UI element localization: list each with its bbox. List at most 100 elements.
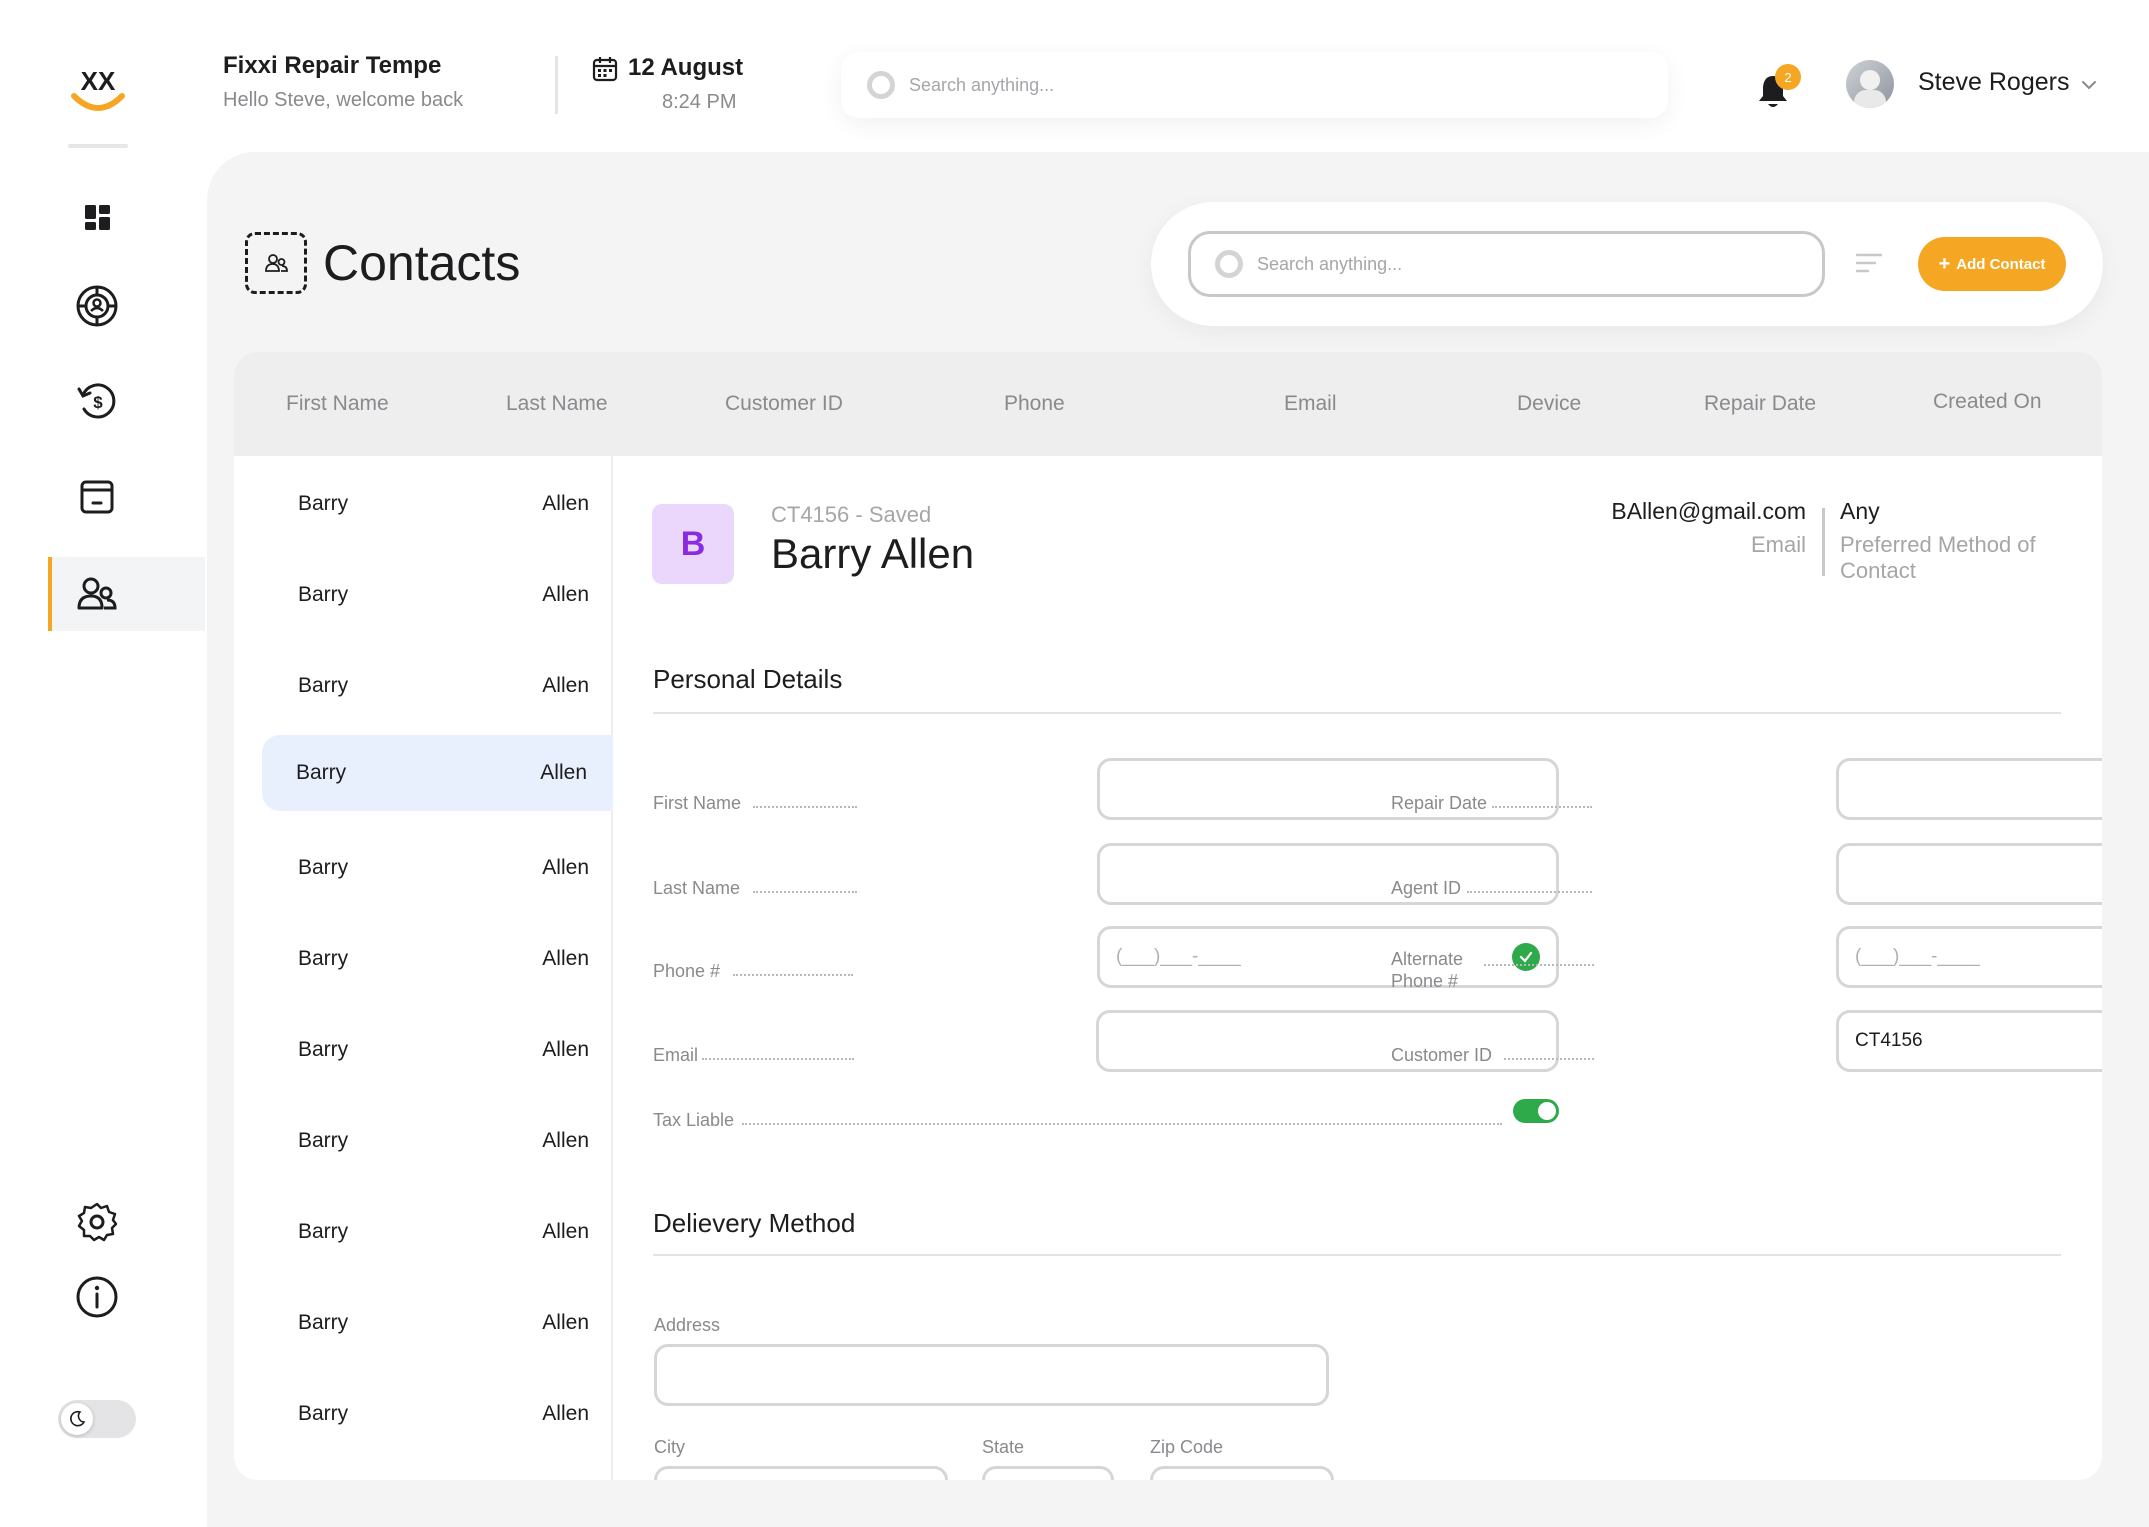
table-row[interactable]: Barry Allen [262,921,613,997]
page-title: Contacts [323,235,521,291]
repair-date-field[interactable] [1836,758,2102,820]
last-name-cell: Allen [542,1220,589,1243]
agent-id-field[interactable] [1836,843,2102,905]
customer-id-field[interactable] [1836,1010,2102,1072]
sidebar-item-inventory[interactable] [48,460,205,534]
table-row-selected[interactable]: Barry Allen [262,735,613,811]
contacts-search[interactable] [1188,231,1825,297]
box-icon [80,480,114,514]
contacts-page-icon [245,232,307,294]
contacts-search-input[interactable] [1257,253,1822,275]
last-name-cell: Allen [542,583,589,606]
sidebar-item-settings[interactable] [48,1185,205,1259]
avatar[interactable] [1846,60,1894,108]
column-header[interactable]: Phone [1004,392,1065,416]
dark-mode-toggle[interactable] [58,1400,136,1438]
contact-detail-panel: B CT4156 - Saved Barry Allen BAllen@gmai… [614,456,2102,1480]
column-header[interactable]: Customer ID [725,392,843,416]
add-contact-button[interactable]: + Add Contact [1918,237,2066,291]
phone-field[interactable] [1097,926,1559,988]
leader-dots [1492,806,1592,808]
column-header[interactable]: Created On [1933,390,2042,414]
dollar-cycle-icon: $ [77,383,116,419]
first-name-cell: Barry [298,674,349,697]
section-divider [653,1254,2061,1256]
table-row[interactable]: Barry Allen [262,1194,613,1270]
contacts-table: First Name Last Name Customer ID Phone E… [234,352,2102,1480]
calendar-icon [592,57,618,82]
customer-id-input[interactable] [1855,1030,2102,1052]
leader-dots [753,891,857,893]
phone-label: Phone # [653,961,721,981]
fixxi-logo[interactable]: XX [66,66,130,118]
column-header[interactable]: Last Name [506,392,608,416]
table-row[interactable]: Barry Allen [262,648,613,724]
user-name[interactable]: Steve Rogers [1918,68,2069,97]
sidebar-item-refunds[interactable]: $ [48,364,205,438]
table-row[interactable]: Barry Allen [262,1376,613,1452]
city-label: City [654,1437,685,1457]
table-row[interactable]: Barry Allen [262,1103,613,1179]
svg-text:$: $ [93,393,103,412]
repair-date-input[interactable] [1855,778,2102,800]
first-name-cell: Barry [298,1129,349,1152]
leader-dots [702,1058,854,1060]
table-row[interactable]: Barry Allen [262,466,613,542]
global-search-input[interactable] [909,74,1668,96]
first-name-field[interactable] [1097,758,1559,820]
last-name-cell: Allen [542,1402,589,1425]
address-input[interactable] [673,1364,1310,1386]
agent-id-input[interactable] [1855,863,2102,885]
sidebar-item-dashboard[interactable] [48,180,205,254]
alternate-phone-field[interactable] [1836,926,2102,988]
first-name-cell: Barry [296,761,347,784]
repair-date-label: Repair Date [1391,793,1488,813]
global-search[interactable] [841,52,1668,118]
column-header[interactable]: First Name [286,392,389,416]
sidebar-item-repairs[interactable] [48,269,205,343]
column-header[interactable]: Repair Date [1704,392,1816,416]
tax-liable-toggle[interactable] [1513,1099,1559,1123]
table-row[interactable]: Barry Allen [262,830,613,906]
last-name-input[interactable] [1116,863,1540,885]
search-icon [1215,250,1243,278]
sidebar: XX $ [0,0,205,1527]
grid-icon [85,205,110,230]
city-field[interactable] [654,1466,948,1480]
leader-dots [733,974,853,976]
column-header[interactable]: Device [1517,392,1581,416]
first-name-cell: Barry [298,1311,349,1334]
info-icon [76,1276,118,1318]
table-row[interactable]: Barry Allen [262,1285,613,1361]
svg-text:XX: XX [81,66,116,96]
state-label: State [982,1437,1025,1457]
personal-details-title: Personal Details [653,664,843,694]
gear-icon [77,1202,118,1242]
state-field[interactable] [982,1466,1114,1480]
contact-email[interactable]: BAllen@gmail.com [1611,498,1806,525]
sidebar-item-contacts[interactable] [48,557,205,631]
preferred-contact-value: Any [1840,498,1880,524]
last-name-field[interactable] [1097,843,1559,905]
check-circle-icon [1512,943,1540,971]
store-title: Fixxi Repair Tempe [223,52,442,79]
chevron-down-icon[interactable] [2080,76,2098,94]
filter-icon[interactable] [1856,252,1882,274]
add-contact-label: Add Contact [1956,255,2046,273]
last-name-cell: Allen [542,856,589,879]
leader-dots [1504,1058,1594,1060]
plus-icon: + [1938,253,1951,275]
topbar-divider [555,56,558,114]
leader-dots [1467,891,1592,893]
contact-status: CT4156 - Saved [771,502,932,527]
leader-dots [742,1123,1502,1125]
first-name-cell: Barry [298,492,349,515]
alternate-phone-input[interactable] [1855,946,2102,968]
zip-code-field[interactable] [1150,1466,1334,1480]
table-row[interactable]: Barry Allen [262,557,613,633]
column-header[interactable]: Email [1284,392,1337,416]
first-name-cell: Barry [298,856,349,879]
address-field[interactable] [654,1344,1329,1406]
table-row[interactable]: Barry Allen [262,1012,613,1088]
sidebar-item-info[interactable] [48,1260,205,1334]
